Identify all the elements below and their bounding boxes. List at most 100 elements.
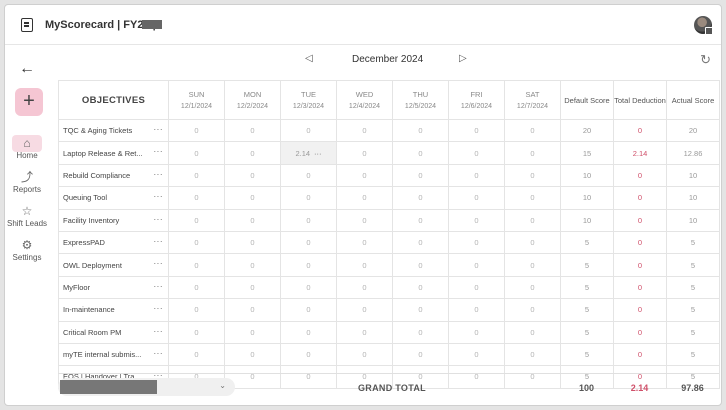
day-score-cell[interactable]: 0 bbox=[168, 186, 225, 210]
day-score-cell[interactable]: 0 bbox=[280, 118, 337, 143]
more-options-icon[interactable]: ··· bbox=[314, 149, 322, 158]
day-score-cell[interactable]: 0 bbox=[168, 118, 225, 143]
day-score-cell[interactable]: 0 bbox=[392, 298, 449, 322]
more-options-icon[interactable]: ··· bbox=[154, 170, 164, 179]
day-score-cell[interactable]: 0 bbox=[280, 163, 337, 188]
objective-cell[interactable]: Facility Inventory ··· bbox=[58, 208, 169, 232]
day-score-cell[interactable]: 0 bbox=[168, 208, 225, 232]
day-score-cell[interactable]: 0 bbox=[448, 118, 505, 143]
nav-item-shift-leads[interactable]: ☆ Shift Leads bbox=[5, 204, 49, 228]
day-score-cell[interactable]: 0 bbox=[336, 253, 393, 277]
day-score-cell[interactable]: 0 bbox=[280, 253, 337, 277]
day-score-cell[interactable]: 0 bbox=[280, 298, 337, 322]
day-score-cell[interactable]: 0 bbox=[168, 298, 225, 322]
back-arrow-icon[interactable]: ← bbox=[19, 60, 35, 78]
objective-cell[interactable]: Queuing Tool ··· bbox=[58, 186, 169, 210]
day-score-cell[interactable]: 0 bbox=[336, 342, 393, 367]
day-score-cell[interactable]: 0 bbox=[336, 320, 393, 344]
day-score-cell[interactable]: 0 bbox=[448, 342, 505, 367]
day-score-cell[interactable]: 0 bbox=[280, 230, 337, 255]
day-score-cell[interactable]: 0 bbox=[448, 275, 505, 300]
day-score-cell[interactable]: 0 bbox=[224, 208, 281, 232]
day-score-cell[interactable]: 0 bbox=[336, 298, 393, 322]
day-score-cell[interactable]: 2.14 ··· bbox=[280, 141, 337, 165]
day-score-cell[interactable]: 0 bbox=[392, 141, 449, 165]
day-score-cell[interactable]: 0 bbox=[392, 253, 449, 277]
day-score-cell[interactable]: 0 bbox=[392, 163, 449, 188]
add-button[interactable]: + bbox=[15, 88, 43, 116]
day-score-cell[interactable]: 0 bbox=[504, 163, 561, 188]
objective-cell[interactable]: In-maintenance ··· bbox=[58, 298, 169, 322]
day-score-cell[interactable]: 0 bbox=[280, 208, 337, 232]
day-score-cell[interactable]: 0 bbox=[168, 320, 225, 344]
day-score-cell[interactable]: 0 bbox=[224, 118, 281, 143]
day-score-cell[interactable]: 0 bbox=[448, 141, 505, 165]
more-options-icon[interactable]: ··· bbox=[154, 147, 164, 156]
more-options-icon[interactable]: ··· bbox=[154, 192, 164, 201]
previous-month-icon[interactable]: ◁ bbox=[305, 53, 313, 64]
objective-cell[interactable]: Laptop Release & Ret... ··· bbox=[58, 141, 169, 165]
more-options-icon[interactable]: ··· bbox=[154, 304, 164, 313]
day-score-cell[interactable]: 0 bbox=[280, 186, 337, 210]
nav-item-home[interactable]: ⌂ Home bbox=[5, 136, 49, 160]
day-score-cell[interactable]: 0 bbox=[168, 163, 225, 188]
day-score-cell[interactable]: 0 bbox=[448, 320, 505, 344]
objective-cell[interactable]: TQC & Aging Tickets ··· bbox=[58, 118, 169, 143]
day-score-cell[interactable]: 0 bbox=[504, 118, 561, 143]
more-options-icon[interactable]: ··· bbox=[154, 349, 164, 358]
day-score-cell[interactable]: 0 bbox=[336, 141, 393, 165]
day-score-cell[interactable]: 0 bbox=[504, 298, 561, 322]
day-score-cell[interactable]: 0 bbox=[392, 186, 449, 210]
objective-cell[interactable]: myTE internal submis... ··· bbox=[58, 342, 169, 367]
day-score-cell[interactable]: 0 bbox=[504, 230, 561, 255]
more-options-icon[interactable]: ··· bbox=[154, 327, 164, 336]
day-score-cell[interactable]: 0 bbox=[336, 275, 393, 300]
day-score-cell[interactable]: 0 bbox=[448, 253, 505, 277]
day-score-cell[interactable]: 0 bbox=[224, 342, 281, 367]
day-score-cell[interactable]: 0 bbox=[504, 141, 561, 165]
day-score-cell[interactable]: 0 bbox=[224, 141, 281, 165]
day-score-cell[interactable]: 0 bbox=[224, 186, 281, 210]
more-options-icon[interactable]: ··· bbox=[154, 282, 164, 291]
day-score-cell[interactable]: 0 bbox=[448, 163, 505, 188]
day-score-cell[interactable]: 0 bbox=[280, 342, 337, 367]
day-score-cell[interactable]: 0 bbox=[504, 320, 561, 344]
day-score-cell[interactable]: 0 bbox=[168, 141, 225, 165]
day-score-cell[interactable]: 0 bbox=[392, 230, 449, 255]
day-score-cell[interactable]: 0 bbox=[224, 275, 281, 300]
objective-cell[interactable]: Rebuild Compliance ··· bbox=[58, 163, 169, 188]
day-score-cell[interactable]: 0 bbox=[504, 342, 561, 367]
user-avatar[interactable] bbox=[694, 16, 713, 35]
day-score-cell[interactable]: 0 bbox=[168, 275, 225, 300]
day-score-cell[interactable]: 0 bbox=[224, 320, 281, 344]
more-options-icon[interactable]: ··· bbox=[154, 237, 164, 246]
nav-item-reports[interactable]: ⤴ Reports bbox=[5, 170, 49, 194]
objective-cell[interactable]: Critical Room PM ··· bbox=[58, 320, 169, 344]
objective-cell[interactable]: MyFloor ··· bbox=[58, 275, 169, 300]
day-score-cell[interactable]: 0 bbox=[392, 118, 449, 143]
day-score-cell[interactable]: 0 bbox=[280, 320, 337, 344]
day-score-cell[interactable]: 0 bbox=[224, 253, 281, 277]
next-month-icon[interactable]: ▷ bbox=[459, 53, 467, 64]
day-score-cell[interactable]: 0 bbox=[392, 275, 449, 300]
day-score-cell[interactable]: 0 bbox=[336, 230, 393, 255]
objective-cell[interactable]: ExpressPAD ··· bbox=[58, 230, 169, 255]
more-options-icon[interactable]: ··· bbox=[154, 259, 164, 268]
day-score-cell[interactable]: 0 bbox=[336, 186, 393, 210]
refresh-icon[interactable]: ↻ bbox=[700, 52, 711, 68]
nav-item-settings[interactable]: ⚙ Settings bbox=[5, 238, 49, 262]
scorecard-selector-dropdown[interactable]: ⌄ bbox=[58, 378, 235, 396]
day-score-cell[interactable]: 0 bbox=[448, 230, 505, 255]
day-score-cell[interactable]: 0 bbox=[168, 253, 225, 277]
day-score-cell[interactable]: 0 bbox=[392, 342, 449, 367]
day-score-cell[interactable]: 0 bbox=[504, 186, 561, 210]
day-score-cell[interactable]: 0 bbox=[224, 163, 281, 188]
day-score-cell[interactable]: 0 bbox=[280, 275, 337, 300]
day-score-cell[interactable]: 0 bbox=[392, 320, 449, 344]
day-score-cell[interactable]: 0 bbox=[448, 186, 505, 210]
day-score-cell[interactable]: 0 bbox=[168, 230, 225, 255]
day-score-cell[interactable]: 0 bbox=[336, 163, 393, 188]
objective-cell[interactable]: OWL Deployment ··· bbox=[58, 253, 169, 277]
more-options-icon[interactable]: ··· bbox=[154, 215, 164, 224]
day-score-cell[interactable]: 0 bbox=[168, 342, 225, 367]
